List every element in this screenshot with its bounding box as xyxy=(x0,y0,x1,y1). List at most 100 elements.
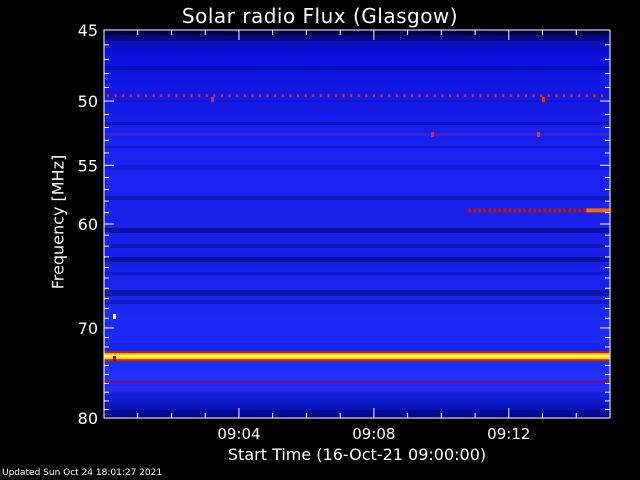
band-dot xyxy=(509,94,512,98)
band-dot xyxy=(167,94,170,98)
band-dot xyxy=(403,94,406,98)
band-dot xyxy=(350,94,353,98)
band-dot xyxy=(547,94,550,98)
band-dot xyxy=(304,94,307,98)
band-dot xyxy=(327,94,330,98)
band-dot xyxy=(395,94,398,98)
band-dash xyxy=(548,208,552,213)
band-dot xyxy=(175,94,178,98)
band-dot xyxy=(251,94,254,98)
chart-title: Solar radio Flux (Glasgow) xyxy=(181,4,459,28)
band-dot xyxy=(388,94,391,98)
band-dot xyxy=(274,94,277,98)
band-dash xyxy=(568,208,572,213)
stripe xyxy=(104,244,610,248)
band-dash xyxy=(498,208,502,213)
band-dash xyxy=(513,208,517,213)
stripe xyxy=(104,122,610,125)
stripe xyxy=(104,300,610,304)
y-tick-label: 55 xyxy=(78,156,98,175)
band-dash xyxy=(533,208,537,213)
x-tick-label: 09:12 xyxy=(487,425,530,443)
burst-mark xyxy=(431,132,434,137)
band-dot xyxy=(418,94,421,98)
band-dot xyxy=(601,94,603,98)
y-tick-label: 50 xyxy=(78,92,98,111)
band-dot xyxy=(487,94,489,98)
stripe xyxy=(104,133,610,136)
burst-mark xyxy=(537,132,540,137)
x-tick-label: 09:08 xyxy=(352,425,395,443)
x-tick-label: 09:04 xyxy=(217,425,260,443)
stripe xyxy=(104,272,610,275)
band-dot xyxy=(312,94,315,98)
band-center xyxy=(104,355,610,358)
y-axis-label: Frequency [MHz] xyxy=(48,154,68,290)
stripe xyxy=(104,66,610,70)
band-dot xyxy=(532,94,535,98)
band-dot xyxy=(540,94,543,98)
band-dot xyxy=(365,94,368,98)
stripe xyxy=(104,290,610,296)
band-dash xyxy=(543,208,547,213)
band-dash xyxy=(468,208,472,213)
band-dash xyxy=(538,208,542,213)
stripe xyxy=(104,146,610,148)
band-dot xyxy=(411,94,413,98)
band-dot xyxy=(198,94,201,98)
band-dot xyxy=(464,94,467,98)
band-dot xyxy=(266,94,269,98)
burst-mark xyxy=(211,97,214,102)
band-dot xyxy=(183,94,185,98)
band-dot xyxy=(243,94,246,98)
band-dash xyxy=(473,208,477,213)
stripe xyxy=(104,257,610,262)
band-dot xyxy=(555,94,558,98)
band-dot xyxy=(471,94,474,98)
band-dash xyxy=(503,208,507,213)
stripe xyxy=(104,100,610,102)
band-dot xyxy=(319,94,322,98)
band-dot xyxy=(449,94,451,98)
band-dot xyxy=(122,94,125,98)
band-dot xyxy=(137,94,140,98)
band-dot xyxy=(517,94,520,98)
band-dash xyxy=(563,208,567,213)
band-dot xyxy=(221,94,223,98)
band-segment xyxy=(586,208,610,213)
band-dash xyxy=(528,208,532,213)
band-dot xyxy=(380,94,383,98)
stripe xyxy=(104,228,610,233)
band-dot xyxy=(433,94,436,98)
band-dash xyxy=(583,208,587,213)
band-dot xyxy=(129,94,132,98)
band-dot xyxy=(289,94,292,98)
stripe xyxy=(104,32,610,35)
band-dot xyxy=(563,94,565,98)
band-dot xyxy=(441,94,444,98)
band-dot xyxy=(213,94,216,98)
band-dot xyxy=(297,94,299,98)
band-dash xyxy=(483,208,487,213)
y-tick-label: 80 xyxy=(78,409,98,428)
band-dash xyxy=(518,208,522,213)
band-dot xyxy=(426,94,429,98)
spectrogram-chart: 45505560708009:04 09:08 09:12 xyxy=(78,21,612,443)
band-dash xyxy=(573,208,577,213)
band-dot xyxy=(373,94,375,98)
band-dot xyxy=(145,94,147,98)
y-tick-label: 70 xyxy=(78,319,98,338)
stripe xyxy=(104,386,610,392)
band-dot xyxy=(578,94,581,98)
band-faint xyxy=(104,380,610,383)
band-dot xyxy=(228,94,231,98)
burst-mark xyxy=(542,97,545,102)
burst-mark xyxy=(113,356,116,361)
band-dash xyxy=(508,208,512,213)
burst-mark xyxy=(113,314,116,319)
band-dot xyxy=(494,94,497,98)
band-dot xyxy=(114,94,117,98)
band-dash xyxy=(523,208,527,213)
band-dash xyxy=(493,208,497,213)
band-dot xyxy=(160,94,163,98)
